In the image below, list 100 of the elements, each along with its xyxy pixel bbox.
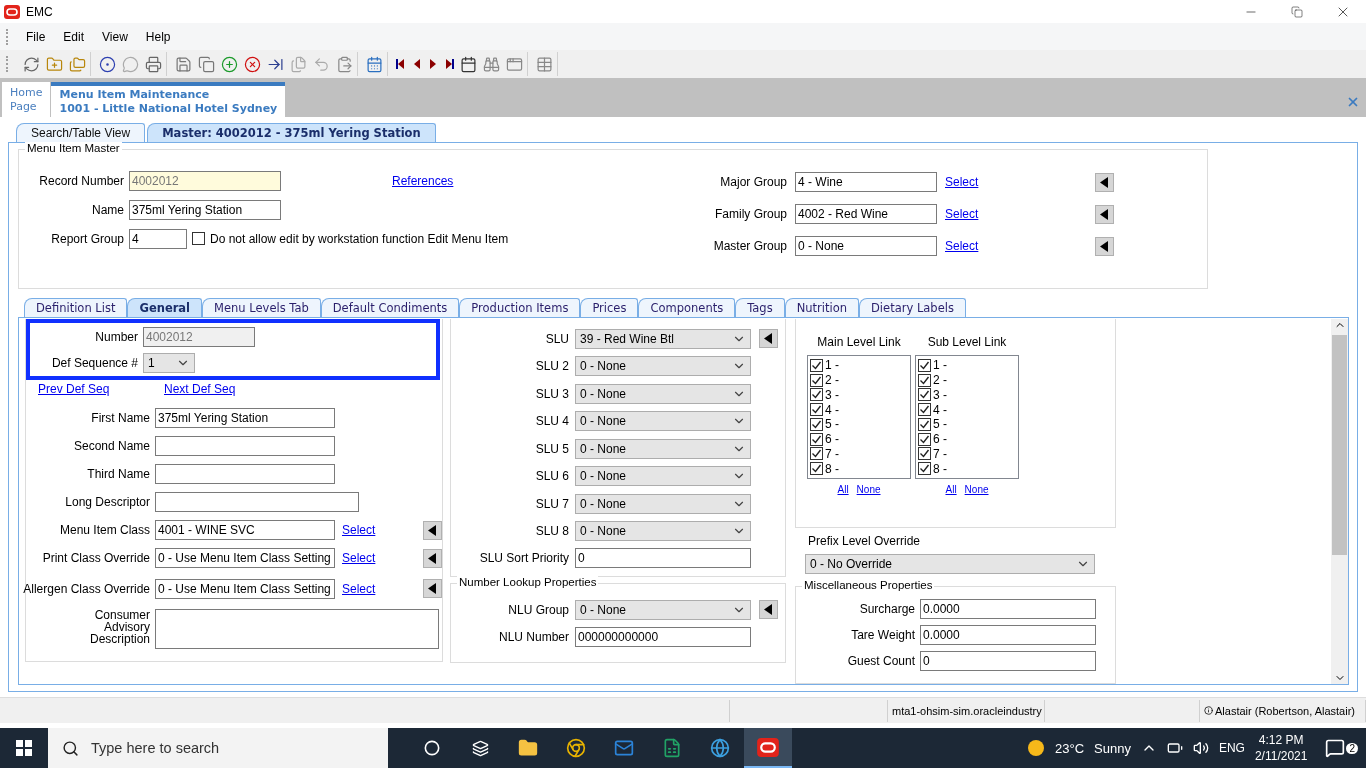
previous-record-icon[interactable] bbox=[412, 58, 422, 70]
text-field[interactable]: 375ml Yering Station bbox=[155, 408, 335, 428]
text-field[interactable]: 0 - None bbox=[795, 236, 937, 256]
checkbox[interactable] bbox=[192, 232, 205, 245]
jump-button[interactable] bbox=[759, 329, 778, 349]
checkbox[interactable] bbox=[810, 388, 823, 402]
cortana-icon[interactable] bbox=[424, 740, 440, 756]
sun-icon[interactable] bbox=[1027, 739, 1045, 757]
text-field[interactable] bbox=[155, 436, 335, 456]
checkbox[interactable] bbox=[918, 447, 931, 461]
next-link[interactable]: Next Def Seq bbox=[164, 382, 236, 396]
text-field[interactable] bbox=[155, 492, 359, 512]
number-field[interactable]: 4002012 bbox=[143, 326, 255, 347]
all-link[interactable]: All bbox=[945, 483, 957, 495]
none-link[interactable]: None bbox=[964, 483, 989, 495]
text-field[interactable]: 0.0000 bbox=[920, 599, 1096, 619]
detail-tab[interactable]: Production Items bbox=[459, 298, 581, 317]
slu-dropdown[interactable]: 0 - None bbox=[575, 493, 751, 514]
speaker-icon[interactable] bbox=[1192, 740, 1209, 756]
references-link[interactable]: References bbox=[392, 173, 454, 188]
copy-icon[interactable] bbox=[198, 55, 215, 73]
select-link[interactable]: Select bbox=[342, 551, 418, 565]
text-field[interactable]: 4002012 bbox=[129, 170, 281, 191]
text-field[interactable]: 375ml Yering Station bbox=[129, 199, 281, 220]
restore-icon[interactable] bbox=[1291, 5, 1303, 18]
view-tab[interactable]: Search/Table View bbox=[16, 123, 146, 142]
slu-dropdown[interactable]: 0 - None bbox=[575, 383, 751, 404]
checkbox[interactable] bbox=[918, 403, 931, 417]
slu-dropdown[interactable]: 39 - Red Wine Btl bbox=[575, 328, 751, 349]
globe-icon[interactable] bbox=[710, 738, 730, 758]
nlu-dropdown[interactable]: 0 - None bbox=[575, 599, 751, 620]
first-record-icon[interactable] bbox=[396, 58, 406, 70]
search-field[interactable]: Type here to search bbox=[48, 728, 388, 768]
checkbox[interactable] bbox=[810, 432, 823, 446]
spreadsheet-icon[interactable] bbox=[662, 738, 682, 758]
prefix-dropdown[interactable]: 0 - No Override bbox=[805, 554, 1095, 574]
paste-icon[interactable] bbox=[336, 55, 353, 73]
text-field[interactable]: 4002 - Red Wine bbox=[795, 204, 937, 224]
folder-icon[interactable] bbox=[518, 738, 538, 758]
menu-item[interactable]: Edit bbox=[56, 27, 92, 46]
detail-tab[interactable]: Definition List bbox=[24, 298, 128, 317]
windows-start-icon[interactable] bbox=[16, 740, 32, 756]
refresh-icon[interactable] bbox=[23, 55, 40, 73]
text-field[interactable]: 0 - Use Menu Item Class Setting bbox=[155, 578, 335, 599]
calendar-icon[interactable] bbox=[366, 55, 383, 73]
document-tab[interactable]: Home Page bbox=[2, 82, 52, 117]
select-link[interactable]: Select bbox=[945, 175, 1087, 189]
text-field[interactable]: 4001 - WINE SVC bbox=[155, 520, 335, 540]
checkbox[interactable] bbox=[810, 403, 823, 417]
window-icon[interactable] bbox=[506, 55, 523, 73]
slu-dropdown[interactable]: 0 - None bbox=[575, 466, 751, 487]
checkbox[interactable] bbox=[918, 432, 931, 446]
slu-dropdown[interactable]: 0 - None bbox=[575, 521, 751, 542]
jump-button[interactable] bbox=[423, 520, 442, 540]
jump-button[interactable] bbox=[1095, 172, 1114, 192]
detail-tab[interactable]: Nutrition bbox=[784, 298, 859, 317]
language-indicator[interactable]: ENG bbox=[1218, 741, 1245, 755]
checkbox[interactable] bbox=[918, 373, 931, 387]
slu-dropdown[interactable]: 0 - None bbox=[575, 411, 751, 432]
go-to-calendar-icon[interactable] bbox=[460, 55, 477, 73]
jump-button[interactable] bbox=[1095, 204, 1114, 224]
all-link[interactable]: All bbox=[837, 483, 849, 495]
checkbox[interactable] bbox=[810, 462, 823, 476]
delete-icon[interactable] bbox=[244, 55, 261, 73]
notification-icon[interactable] bbox=[1325, 738, 1346, 758]
last-record-icon[interactable] bbox=[444, 58, 454, 70]
previous-link[interactable]: Prev Def Seq bbox=[38, 382, 159, 396]
browser-icon[interactable] bbox=[566, 738, 586, 758]
description-field[interactable] bbox=[155, 609, 439, 649]
detail-tab[interactable]: Prices bbox=[580, 298, 639, 317]
text-field[interactable]: 0 - Use Menu Item Class Setting bbox=[155, 548, 335, 568]
select-link[interactable]: Select bbox=[945, 207, 1087, 221]
detail-tab[interactable]: General bbox=[127, 298, 203, 317]
clock-time[interactable]: 4:12 PM bbox=[1258, 732, 1304, 748]
checkbox[interactable] bbox=[918, 358, 931, 372]
folder-plus-icon[interactable] bbox=[46, 55, 63, 73]
detail-tab[interactable]: Default Condiments bbox=[320, 298, 460, 317]
menu-item[interactable]: View bbox=[95, 27, 135, 46]
text-field[interactable] bbox=[155, 464, 335, 484]
jump-button[interactable] bbox=[759, 600, 778, 619]
select-link[interactable]: Select bbox=[342, 523, 418, 537]
text-field[interactable]: 0 bbox=[920, 651, 1096, 671]
menu-item[interactable]: Help bbox=[138, 27, 178, 46]
select-link[interactable]: Select bbox=[945, 239, 1087, 253]
text-field[interactable]: 000000000000 bbox=[575, 626, 751, 647]
clock-date[interactable]: 2/11/2021 bbox=[1254, 748, 1308, 764]
checkbox[interactable] bbox=[918, 417, 931, 431]
next-record-icon[interactable] bbox=[428, 58, 438, 70]
slu-dropdown[interactable]: 0 - None bbox=[575, 438, 751, 459]
view-tab[interactable]: Master: 4002012 - 375ml Yering Station bbox=[147, 123, 436, 142]
scrollbar-thumb[interactable] bbox=[1332, 335, 1347, 555]
scrollbar[interactable] bbox=[1331, 319, 1348, 684]
save-icon[interactable] bbox=[175, 55, 192, 73]
detail-tab[interactable]: Components bbox=[638, 298, 736, 317]
checkbox[interactable] bbox=[810, 447, 823, 461]
circle-dot-icon[interactable] bbox=[99, 55, 116, 73]
binoculars-icon[interactable] bbox=[483, 55, 500, 73]
document-tab[interactable]: Menu Item Maintenance 1001 - Little National Hotel Sydney bbox=[51, 82, 286, 117]
detail-tab[interactable]: Dietary Labels bbox=[859, 298, 966, 317]
table-icon[interactable] bbox=[536, 55, 553, 73]
